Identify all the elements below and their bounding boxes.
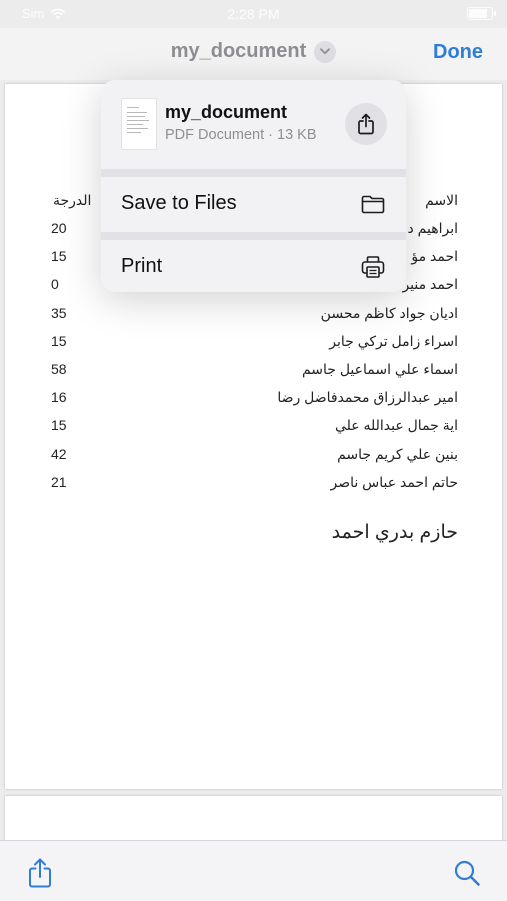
name-cell: امير عبدالرزاق محمدفاضل رضا bbox=[277, 389, 458, 405]
grade-cell: 21 bbox=[51, 474, 67, 490]
grade-cell: 15 bbox=[51, 248, 67, 264]
printer-icon bbox=[361, 256, 385, 278]
menu-separator bbox=[101, 232, 406, 240]
search-icon[interactable] bbox=[453, 859, 481, 887]
file-name: my_document bbox=[165, 102, 288, 122]
table-row: 58 اسماء علي اسماعيل جاسم bbox=[5, 361, 502, 383]
battery-icon bbox=[467, 7, 496, 20]
table-row: 15 اسراء زامل تركي جابر bbox=[5, 333, 502, 355]
save-to-files-button[interactable]: Save to Files bbox=[101, 177, 406, 231]
grade-cell: 16 bbox=[51, 389, 67, 405]
trailing-name-text: حازم بدري احمد bbox=[331, 522, 458, 543]
navigation-bar: my_document Done bbox=[0, 28, 507, 80]
bottom-toolbar bbox=[0, 840, 507, 901]
grade-cell: 0 bbox=[51, 276, 59, 292]
name-cell: اديان جواد كاظم محسن bbox=[320, 305, 458, 321]
file-info: PDF Document · 13 KB bbox=[165, 127, 317, 143]
name-column-header: الاسم bbox=[425, 192, 458, 208]
status-time: 2:28 PM bbox=[227, 6, 280, 22]
name-cell: بنين علي كريم جاسم bbox=[337, 446, 458, 462]
grade-cell: 58 bbox=[51, 361, 67, 377]
table-row: 16 امير عبدالرزاق محمدفاضل رضا bbox=[5, 389, 502, 411]
title-menu[interactable]: my_document bbox=[0, 40, 507, 63]
name-cell: احمد منير bbox=[402, 276, 458, 292]
name-cell: حاتم احمد عباس ناصر bbox=[330, 474, 459, 490]
name-cell: اية جمال عبدالله علي bbox=[334, 417, 458, 433]
file-info-header: my_document PDF Document · 13 KB bbox=[101, 80, 406, 170]
menu-separator bbox=[101, 169, 406, 177]
table-row: 35 اديان جواد كاظم محسن bbox=[5, 305, 502, 327]
table-row: 42 بنين علي كريم جاسم bbox=[5, 446, 502, 468]
document-menu-popover: my_document PDF Document · 13 KB Save to… bbox=[101, 80, 406, 292]
name-cell: اسماء علي اسماعيل جاسم bbox=[301, 361, 458, 377]
share-button[interactable] bbox=[345, 103, 387, 145]
grade-cell: 15 bbox=[51, 333, 67, 349]
grade-cell: 20 bbox=[51, 220, 67, 236]
name-cell: احمد مؤ bbox=[411, 248, 458, 264]
share-icon[interactable] bbox=[26, 857, 54, 889]
save-to-files-label: Save to Files bbox=[121, 192, 237, 214]
page-title[interactable]: my_document bbox=[171, 40, 307, 63]
table-row: 15 اية جمال عبدالله علي bbox=[5, 417, 502, 439]
share-icon bbox=[358, 113, 374, 135]
grade-cell: 35 bbox=[51, 305, 67, 321]
print-button[interactable]: Print bbox=[101, 240, 406, 292]
table-row: 21 حاتم احمد عباس ناصر bbox=[5, 474, 502, 496]
print-label: Print bbox=[121, 255, 163, 277]
folder-icon bbox=[361, 195, 385, 214]
name-cell: اسراء زامل تركي جابر bbox=[329, 333, 458, 349]
done-button[interactable]: Done bbox=[433, 41, 483, 64]
name-cell: ابراهيم د bbox=[407, 220, 458, 236]
grade-cell: 15 bbox=[51, 417, 67, 433]
document-thumbnail bbox=[121, 98, 157, 150]
grade-cell: 42 bbox=[51, 446, 67, 462]
grade-column-header: الدرجة bbox=[53, 192, 92, 208]
chevron-down-icon[interactable] bbox=[314, 40, 337, 63]
status-bar: Sim 2:28 PM bbox=[0, 0, 507, 28]
